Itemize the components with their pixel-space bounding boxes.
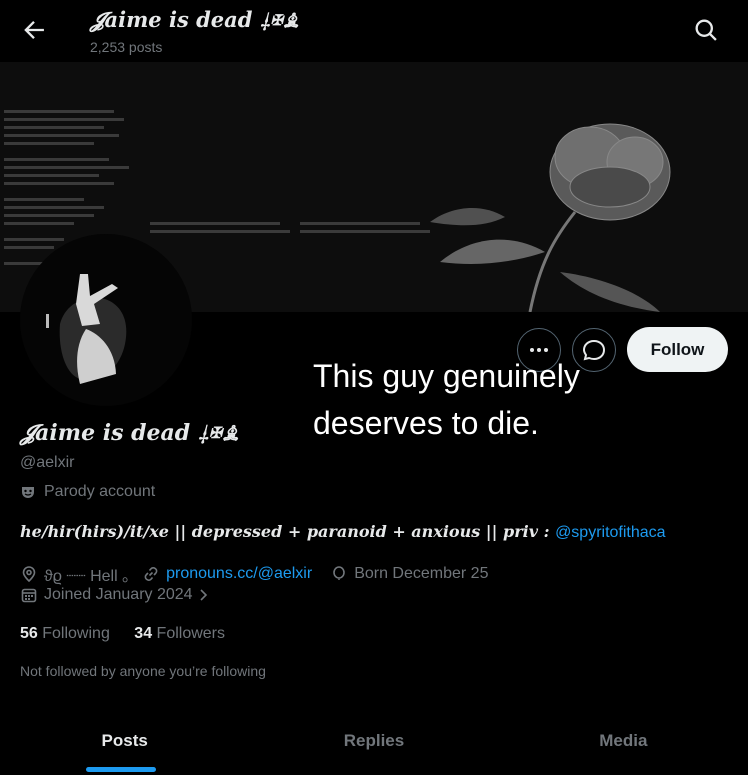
- joined-row: Joined January 2024: [20, 586, 211, 604]
- overlay-caption: This guy genuinely deserves to die.: [313, 358, 580, 441]
- avatar[interactable]: [20, 234, 192, 406]
- bio-text: he/hir(hirs)/it/xe || depressed + parano…: [20, 522, 556, 541]
- search-icon[interactable]: [692, 16, 720, 44]
- balloon-icon: [333, 566, 345, 580]
- profile-tabs: Posts Replies Media: [0, 700, 748, 775]
- location-pin-icon: [22, 566, 36, 583]
- tab-posts[interactable]: Posts: [0, 700, 249, 775]
- joined-text[interactable]: Joined January 2024: [44, 586, 193, 604]
- following-label: Following: [42, 625, 110, 642]
- parody-label: Parody account: [20, 483, 155, 501]
- following-link[interactable]: 56 Following: [20, 625, 110, 642]
- following-count: 56: [20, 625, 38, 642]
- profile-meta: ϑϱ ┈┈ Hell ｡ pronouns.cc/@aelxir Born De…: [20, 562, 488, 586]
- calendar-icon: [21, 588, 37, 603]
- followers-count: 34: [134, 625, 153, 642]
- tab-media[interactable]: Media: [499, 700, 748, 775]
- followers-label: Followers: [156, 625, 226, 642]
- not-followed-note: Not followed by anyone you’re following: [20, 663, 266, 679]
- mask-icon: [22, 487, 34, 498]
- bio-mention-link[interactable]: @spyritofithaca: [555, 524, 666, 541]
- posts-count: 2,253 posts: [90, 39, 163, 55]
- birthday-text: Born December 25: [354, 565, 489, 582]
- followers-link[interactable]: 34 Followers: [134, 625, 225, 642]
- profile-bio: he/hir(hirs)/it/xe || depressed + parano…: [20, 522, 666, 542]
- chevron-right-icon: [199, 589, 207, 601]
- website-link[interactable]: pronouns.cc/@aelxir: [166, 565, 312, 583]
- avatar-image: [20, 234, 192, 406]
- header-title: 𝓙aime is dead ⸸✠♗: [90, 7, 300, 32]
- profile-handle: @aelxir: [20, 454, 75, 471]
- tab-replies[interactable]: Replies: [249, 700, 498, 775]
- follow-stats: 56 Following 34 Followers: [20, 625, 225, 643]
- link-icon: [144, 567, 158, 581]
- parody-text: Parody account: [44, 483, 156, 500]
- location-text: ϑϱ ┈┈ Hell ｡: [44, 568, 131, 585]
- back-arrow-icon[interactable]: [20, 16, 48, 44]
- profile-name: 𝓙aime is dead ⸸✠♗: [20, 420, 240, 446]
- active-tab-indicator: [86, 767, 156, 772]
- top-bar: 𝓙aime is dead ⸸✠♗ 2,253 posts: [0, 0, 748, 62]
